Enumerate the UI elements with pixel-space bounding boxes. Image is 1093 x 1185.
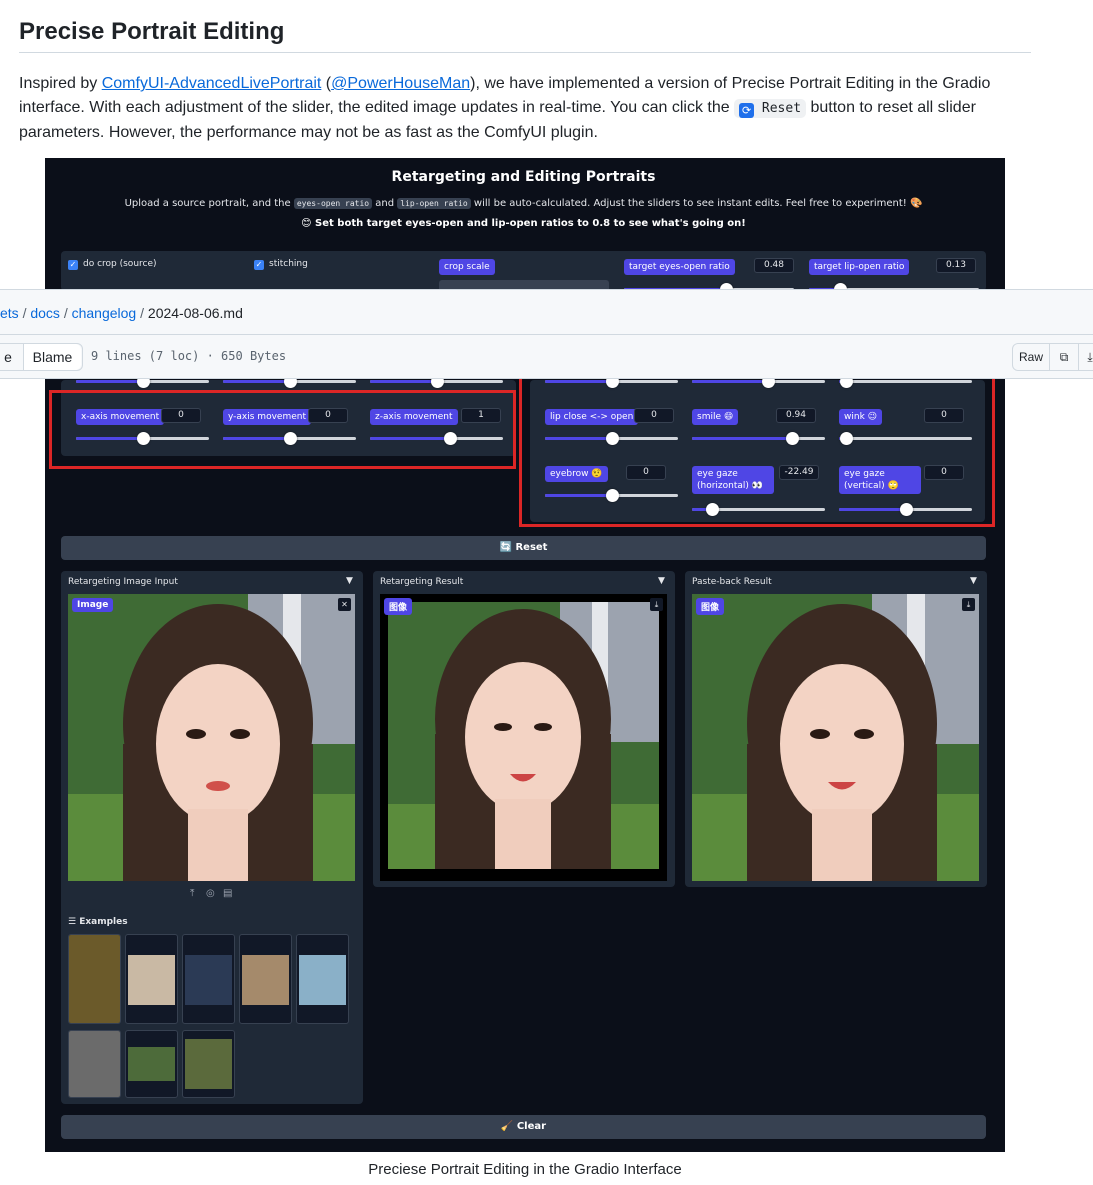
eyes-ratio-value[interactable]: 0.48 [754,258,794,273]
eyes-ratio-label: target eyes-open ratio [624,259,735,275]
heading-divider [19,52,1031,53]
portrait-paste-svg [692,594,979,881]
example-thumb[interactable] [296,934,349,1024]
intro-text: and [372,198,398,209]
paste-image[interactable]: 图像 ⤓ [692,594,979,881]
check-icon: ✓ [254,260,264,270]
image-tag-cn: 图像 [696,598,725,615]
collapse-caret-icon[interactable]: ▼ [658,576,665,586]
check-icon: ✓ [68,260,78,270]
example-thumb[interactable] [68,1030,121,1098]
image-tag: Image [72,598,114,612]
breadcrumb-file: 2024-08-06.md [147,305,243,321]
slider-fill [223,380,290,383]
clipboard-icon[interactable]: ▤ [223,888,232,899]
example-pearl-earring [185,955,232,1005]
image-tag-cn: 图像 [384,598,413,615]
powerhouseman-link[interactable]: @PowerHouseMan [331,75,470,92]
crop-checkbox[interactable]: ✓ do crop (source) [68,259,157,270]
reset-code-label: Reset [761,101,802,116]
webcam-icon[interactable]: ◎ [206,888,215,899]
slider-fill [76,380,143,383]
result-label: Retargeting Result [380,577,464,587]
example-thumb[interactable] [182,934,235,1024]
example-girl [185,1039,232,1089]
collapse-caret-icon[interactable]: ▼ [970,576,977,586]
breadcrumb-docs[interactable]: docs [30,305,60,321]
section-heading: Precise Portrait Editing [19,18,285,45]
reset-code: ⟳ Reset [734,99,807,118]
download-icon[interactable]: ⤓ [1079,344,1093,370]
example-einstein [69,1031,120,1097]
stitch-checkbox-label: stitching [269,259,308,269]
example-cartoon [299,955,346,1005]
expression-highlight [519,368,995,527]
view-toggle: e Blame [0,343,83,371]
example-monkey [128,1047,175,1081]
clear-button[interactable]: 🧹 Clear [61,1115,986,1139]
download-icon[interactable]: ⤓ [650,598,663,611]
example-thumb[interactable] [239,934,292,1024]
examples-label: ☰ Examples [68,917,128,927]
portrait-input-svg [68,594,355,881]
download-icon[interactable]: ⤓ [962,598,975,611]
example-mona-lisa [69,935,120,1023]
intro-paragraph: Inspired by ComfyUI-AdvancedLivePortrait… [19,72,1019,145]
breadcrumb-separator: / [136,305,148,321]
portrait-result-svg [388,602,659,869]
hidden-slider-row[interactable] [76,375,209,388]
example-thumb[interactable] [125,1030,178,1098]
gradio-intro: Upload a source portrait, and the eyes-o… [45,198,1002,209]
example-thumb[interactable] [125,934,178,1024]
collapse-caret-icon[interactable]: ▼ [346,576,353,586]
example-thumb[interactable] [68,934,121,1024]
breadcrumb-assets[interactable]: ets [0,305,19,321]
upload-icon[interactable]: ⤒ [190,888,194,899]
copy-icon[interactable]: ⧉ [1050,344,1079,370]
hidden-slider-row[interactable] [223,375,356,388]
para-text: Inspired by [19,75,102,92]
figure-caption: Preciese Portrait Editing in the Gradio … [368,1161,682,1178]
breadcrumb: ets / docs / changelog / 2024-08-06.md [0,305,243,321]
paste-label: Paste-back Result [692,577,772,587]
example-thumb[interactable] [182,1030,235,1098]
example-statue [128,955,175,1005]
close-icon[interactable]: ✕ [338,598,351,611]
github-file-header: ets / docs / changelog / 2024-08-06.md e… [0,289,1093,379]
tab-preview[interactable]: e [0,344,23,370]
raw-button[interactable]: Raw [1013,344,1050,370]
input-label: Retargeting Image Input [68,577,178,587]
lip-code: lip-open ratio [397,198,471,209]
gradio-title: Retargeting and Editing Portraits [391,169,656,185]
tab-blame[interactable]: Blame [23,344,81,370]
file-actions: Raw ⧉ ⤓ [1012,343,1093,371]
example-child [242,955,289,1005]
eyes-code: eyes-open ratio [293,198,373,209]
result-image[interactable]: 图像 ⤓ [380,594,667,881]
lip-ratio-label: target lip-open ratio [809,259,910,275]
crop-checkbox-label: do crop (source) [83,259,157,269]
breadcrumb-separator: / [59,305,72,321]
stitch-checkbox[interactable]: ✓ stitching [254,259,308,270]
movement-highlight [49,390,516,469]
hidden-slider-row[interactable] [370,375,503,388]
para-text: ( [321,75,332,92]
crop-scale-label: crop scale [439,259,495,275]
input-image[interactable]: Image ✕ [68,594,355,881]
intro-text: will be auto-calculated. Adjust the slid… [470,198,923,209]
lip-ratio-value[interactable]: 0.13 [936,258,976,273]
intro-text: Upload a source portrait, and the [124,198,294,209]
gradio-hint: 😊 Set both target eyes-open and lip-open… [301,218,746,229]
breadcrumb-separator: / [18,305,31,321]
reset-icon: ⟳ [739,103,755,118]
comfyui-link[interactable]: ComfyUI-AdvancedLivePortrait [102,75,322,92]
reset-button[interactable]: 🔄 Reset [61,536,986,560]
slider-fill [370,380,437,383]
header-divider [0,334,1093,335]
file-info: 9 lines (7 loc) · 650 Bytes [91,349,287,363]
breadcrumb-changelog[interactable]: changelog [72,305,137,321]
